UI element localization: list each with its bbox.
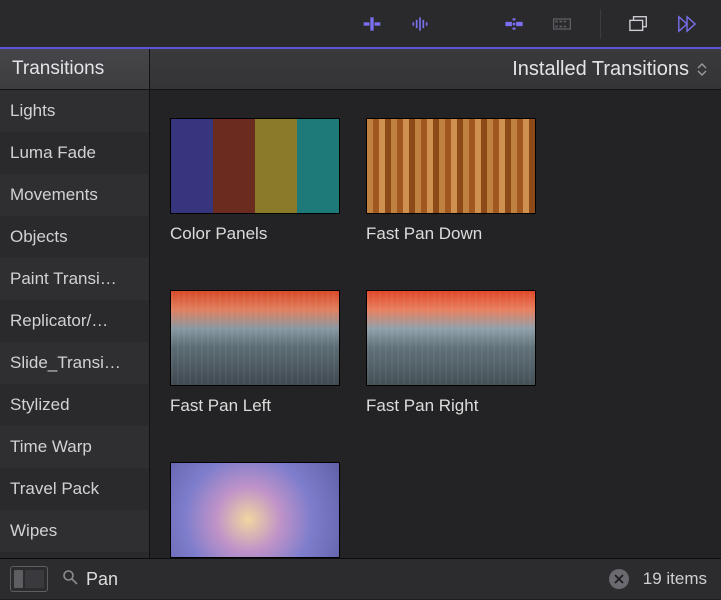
transition-item-fast-pan-right[interactable]: Fast Pan Right <box>366 290 536 416</box>
item-count: 19 items <box>643 569 707 589</box>
sidebar-item-slide-transitions[interactable]: Slide_Transi… <box>0 342 149 384</box>
sidebar-item-lights[interactable]: Lights <box>0 90 149 132</box>
sidebar-item-paint-transitions[interactable]: Paint Transi… <box>0 258 149 300</box>
sidebar-item-replicator[interactable]: Replicator/… <box>0 300 149 342</box>
thumbnail-label: Color Panels <box>170 224 340 244</box>
thumbnail-label: Fast Pan Left <box>170 396 340 416</box>
audio-wave-icon[interactable] <box>410 14 430 34</box>
sidebar-item-movements[interactable]: Movements <box>0 174 149 216</box>
thumbnail <box>170 462 340 558</box>
thumbnail <box>170 290 340 386</box>
sidebar-item-stylized[interactable]: Stylized <box>0 384 149 426</box>
thumbnail-label: Fast Pan Down <box>366 224 536 244</box>
sidebar-item-wipes[interactable]: Wipes <box>0 510 149 552</box>
panel-header: Transitions Installed Transitions <box>0 49 721 90</box>
thumbnail <box>366 290 536 386</box>
thumbnail <box>170 118 340 214</box>
transition-item-fast-pan-down[interactable]: Fast Pan Down <box>366 118 536 244</box>
share-icon[interactable] <box>677 14 697 34</box>
panel-title: Transitions <box>0 49 150 89</box>
transition-item-fast-pan-left[interactable]: Fast Pan Left <box>170 290 340 416</box>
dropdown-label: Installed Transitions <box>512 58 689 81</box>
sidebar-item-travel-pack[interactable]: Travel Pack <box>0 468 149 510</box>
content: Color Panels Fast Pan Down Fast Pan Left… <box>150 90 721 558</box>
clear-search-button[interactable] <box>609 569 629 589</box>
search-input-value: Pan <box>86 569 601 590</box>
toolbar <box>0 0 721 49</box>
updown-icon <box>697 63 707 76</box>
sidebar-item-objects[interactable]: Objects <box>0 216 149 258</box>
filmstrip-icon[interactable] <box>552 14 572 34</box>
transition-item-partial[interactable] <box>170 462 340 558</box>
trim-icon[interactable] <box>362 14 382 34</box>
search-icon <box>62 569 78 590</box>
transition-item-color-panels[interactable]: Color Panels <box>170 118 340 244</box>
sidebar-item-luma-fade[interactable]: Luma Fade <box>0 132 149 174</box>
thumbnail <box>366 118 536 214</box>
toolbar-separator <box>600 9 601 39</box>
transition-grid: Color Panels Fast Pan Down Fast Pan Left… <box>170 118 701 558</box>
main: Lights Luma Fade Movements Objects Paint… <box>0 90 721 558</box>
footer: Pan 19 items <box>0 558 721 599</box>
search-field[interactable]: Pan <box>62 569 629 590</box>
transitions-browser-icon[interactable] <box>504 14 524 34</box>
thumbnail-label: Fast Pan Right <box>366 396 536 416</box>
window-layout-icon[interactable] <box>629 14 649 34</box>
sidebar: Lights Luma Fade Movements Objects Paint… <box>0 90 150 558</box>
sidebar-toggle-icon[interactable] <box>10 566 48 592</box>
sidebar-item-time-warp[interactable]: Time Warp <box>0 426 149 468</box>
transitions-source-dropdown[interactable]: Installed Transitions <box>150 49 721 89</box>
